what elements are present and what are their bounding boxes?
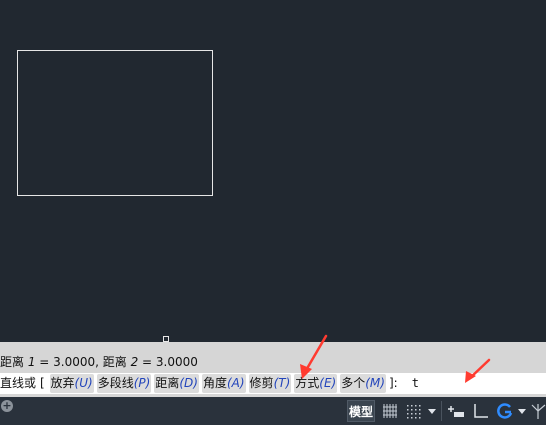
option-label: 距离	[155, 376, 180, 390]
grid-icon[interactable]	[380, 401, 400, 421]
option-key: (E)	[319, 376, 337, 390]
dropdown-icon[interactable]	[426, 401, 438, 421]
prompt-bracket-open: [	[40, 376, 45, 390]
option-label: 放弃	[50, 376, 75, 390]
option-key: (D)	[179, 376, 198, 390]
history-prefix: 距离	[0, 355, 28, 369]
object-snap-tracking-icon[interactable]	[531, 401, 546, 421]
status-divider	[441, 401, 442, 421]
option-undo[interactable]: 放弃(U)	[49, 374, 94, 393]
option-key: (A)	[226, 376, 245, 390]
rectangle-shape[interactable]	[17, 50, 213, 196]
option-trim[interactable]: 修剪(T)	[248, 374, 292, 393]
status-bar: + 模型	[0, 397, 546, 425]
option-label: 多个	[341, 376, 366, 390]
drawing-canvas[interactable]	[0, 0, 546, 342]
option-label: 方式	[295, 376, 320, 390]
command-history: 距离 1 = 3.0000, 距离 2 = 3.0000	[0, 352, 546, 372]
history-mid2: = 3.0000	[138, 355, 198, 369]
dynamic-input-icon[interactable]	[446, 401, 466, 421]
option-polyline[interactable]: 多段线(P)	[96, 374, 152, 393]
dropdown-icon[interactable]	[516, 401, 528, 421]
command-line[interactable]: 直线或[ 放弃(U) 多段线(P) 距离(D) 角度(A) 修剪(T) 方式(E) 多个(M…	[0, 373, 546, 394]
option-key: (T)	[273, 376, 291, 390]
option-key: (U)	[74, 376, 93, 390]
option-angle[interactable]: 角度(A)	[201, 374, 246, 393]
polar-tracking-icon[interactable]	[495, 401, 515, 421]
add-layout-plus-icon[interactable]: +	[1, 400, 13, 412]
option-key: (M)	[365, 376, 385, 390]
snap-icon[interactable]	[404, 401, 424, 421]
command-window: 距离 1 = 3.0000, 距离 2 = 3.0000 直线或[ 放弃(U) 多…	[0, 342, 546, 397]
option-label: 修剪	[249, 376, 274, 390]
model-space-button[interactable]: 模型	[347, 400, 375, 422]
history-mid1: = 3.0000, 距离	[35, 355, 131, 369]
prompt-bracket-close: ]:	[388, 376, 398, 390]
option-multiple[interactable]: 多个(M)	[340, 374, 386, 393]
option-label: 多段线	[97, 376, 134, 390]
option-key: (P)	[133, 376, 151, 390]
option-distance[interactable]: 距离(D)	[154, 374, 199, 393]
prompt-lead: 直线或	[0, 376, 37, 390]
option-method[interactable]: 方式(E)	[294, 374, 338, 393]
option-label: 角度	[202, 376, 227, 390]
command-typed-value[interactable]: t	[412, 373, 419, 394]
ortho-icon[interactable]	[471, 401, 491, 421]
